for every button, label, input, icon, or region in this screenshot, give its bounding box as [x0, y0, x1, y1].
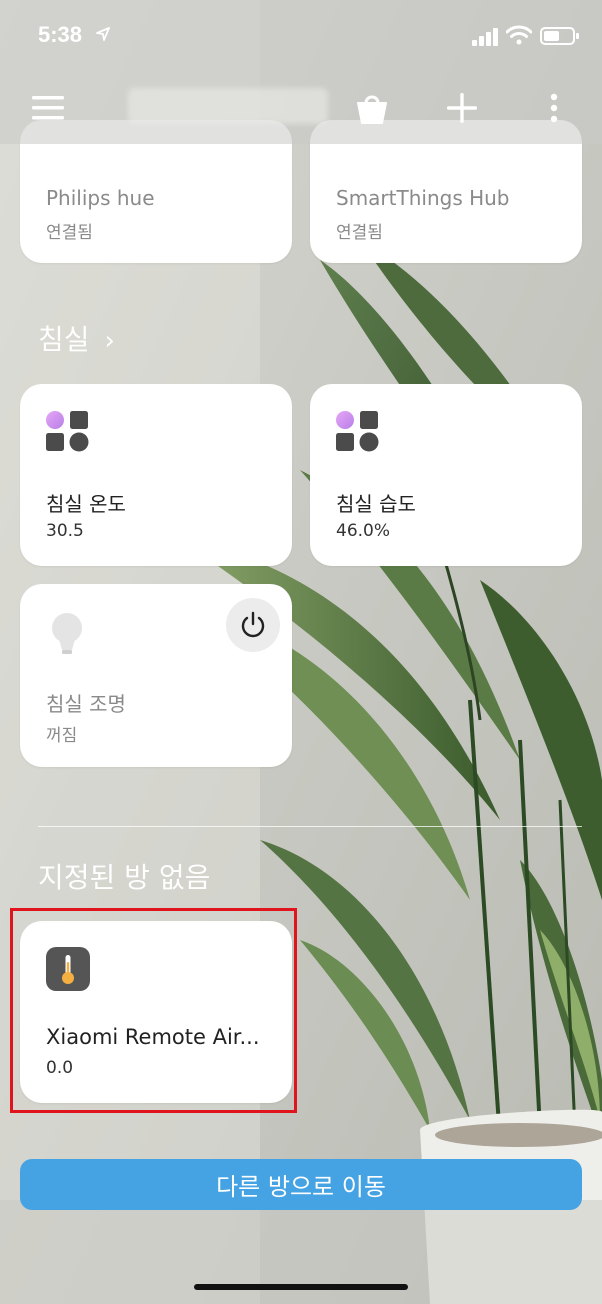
sensor-shapes-icon: [336, 410, 380, 456]
more-vertical-icon[interactable]: [534, 88, 574, 128]
selection-highlight: [10, 908, 297, 1113]
device-status: 46.0%: [336, 521, 391, 541]
room-section-header[interactable]: 침실 ›: [38, 318, 115, 358]
plus-icon[interactable]: [442, 88, 482, 128]
device-status: 연결됨: [46, 223, 93, 243]
wifi-icon: [505, 25, 533, 49]
device-status: 꺼짐: [46, 726, 78, 746]
app-title-blurred: [128, 88, 328, 124]
shopping-bag-icon[interactable]: [352, 88, 392, 128]
sensor-shapes-icon: [46, 410, 90, 456]
device-name: 침실 조명: [46, 692, 126, 716]
device-status: 30.5: [46, 521, 84, 541]
device-name: 침실 온도: [46, 492, 126, 516]
light-bulb-icon: [50, 612, 84, 660]
move-to-other-room-button[interactable]: 다른 방으로 이동: [20, 1159, 582, 1210]
device-card-bedroom-temperature[interactable]: 침실 온도 30.5: [20, 384, 292, 566]
app-bar: [0, 70, 602, 144]
device-card-bedroom-light[interactable]: 침실 조명 꺼짐: [20, 584, 292, 767]
device-card-bedroom-humidity[interactable]: 침실 습도 46.0%: [310, 384, 582, 566]
power-icon: [241, 611, 265, 638]
device-name: 침실 습도: [336, 492, 416, 516]
section-divider: [38, 826, 582, 827]
room-title: 침실: [38, 323, 90, 356]
chevron-right-icon: ›: [104, 326, 115, 356]
signal-icon: [472, 28, 500, 50]
power-button[interactable]: [226, 598, 280, 652]
unassigned-section-header: 지정된 방 없음: [38, 856, 210, 896]
status-time: 5:38: [38, 22, 83, 47]
status-bar: 5:38: [0, 0, 602, 70]
location-arrow-icon: [96, 26, 110, 45]
battery-icon: [540, 26, 580, 50]
device-name: SmartThings Hub: [336, 186, 510, 210]
device-status: 연결됨: [336, 223, 383, 243]
home-indicator: [194, 1284, 408, 1290]
menu-icon[interactable]: [28, 88, 68, 128]
unassigned-title: 지정된 방 없음: [38, 861, 211, 894]
device-name: Philips hue: [46, 186, 155, 210]
